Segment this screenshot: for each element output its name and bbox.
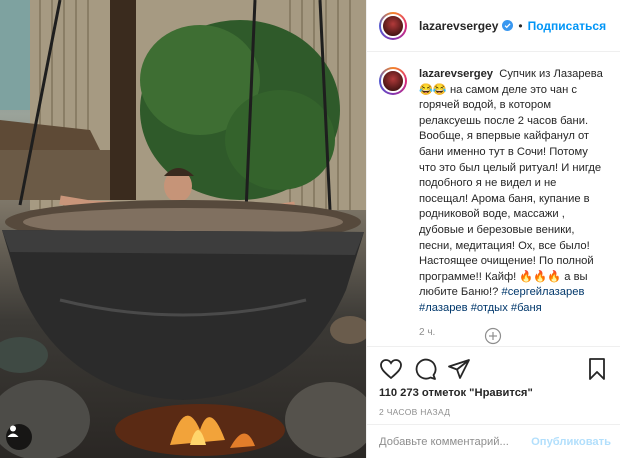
post-header: lazarevsergey • Подписаться: [367, 0, 620, 52]
caption-username[interactable]: lazarevsergey: [419, 68, 493, 80]
caption-row: lazarevsergey Супчик из Лазарева 😂😂 на с…: [379, 67, 609, 317]
separator-dot: •: [518, 18, 523, 33]
photo-illustration: [0, 0, 366, 458]
plus-circle-icon[interactable]: [484, 327, 502, 345]
post-photo[interactable]: [0, 0, 366, 458]
bookmark-icon[interactable]: [585, 357, 609, 381]
hashtag-inline[interactable]: #сергейлазарев: [501, 286, 584, 298]
post-sidebar: lazarevsergey • Подписаться lazarevserge…: [366, 0, 620, 458]
comment-icon[interactable]: [413, 357, 437, 381]
comment-form: Опубликовать: [367, 424, 620, 458]
heart-icon[interactable]: [379, 357, 403, 381]
hashtag-line[interactable]: #лазарев #отдых #баня: [419, 302, 542, 314]
share-icon[interactable]: [447, 357, 471, 381]
actions-section: 110 273 отметок "Нравится" 2 ЧАСОВ НАЗАД: [367, 346, 620, 417]
caption-area: lazarevsergey Супчик из Лазарева 😂😂 на с…: [367, 53, 620, 345]
person-tag-icon[interactable]: [6, 424, 32, 450]
verified-badge-icon: [502, 20, 514, 31]
caption-time: 2 ч.: [419, 326, 436, 338]
publish-button[interactable]: Опубликовать: [531, 436, 611, 448]
likes-count[interactable]: 110 273 отметок "Нравится": [379, 387, 609, 399]
avatar[interactable]: [379, 11, 407, 40]
caption-body: Супчик из Лазарева 😂😂 на самом деле это …: [419, 68, 603, 299]
posted-time: 2 ЧАСОВ НАЗАД: [379, 407, 451, 417]
action-icons: [379, 355, 609, 383]
follow-button[interactable]: Подписаться: [528, 19, 606, 33]
header-username[interactable]: lazarevsergey: [419, 19, 498, 33]
comment-input[interactable]: [379, 435, 532, 448]
caption-text: lazarevsergey Супчик из Лазарева 😂😂 на с…: [419, 67, 607, 317]
caption-avatar[interactable]: [379, 67, 407, 95]
